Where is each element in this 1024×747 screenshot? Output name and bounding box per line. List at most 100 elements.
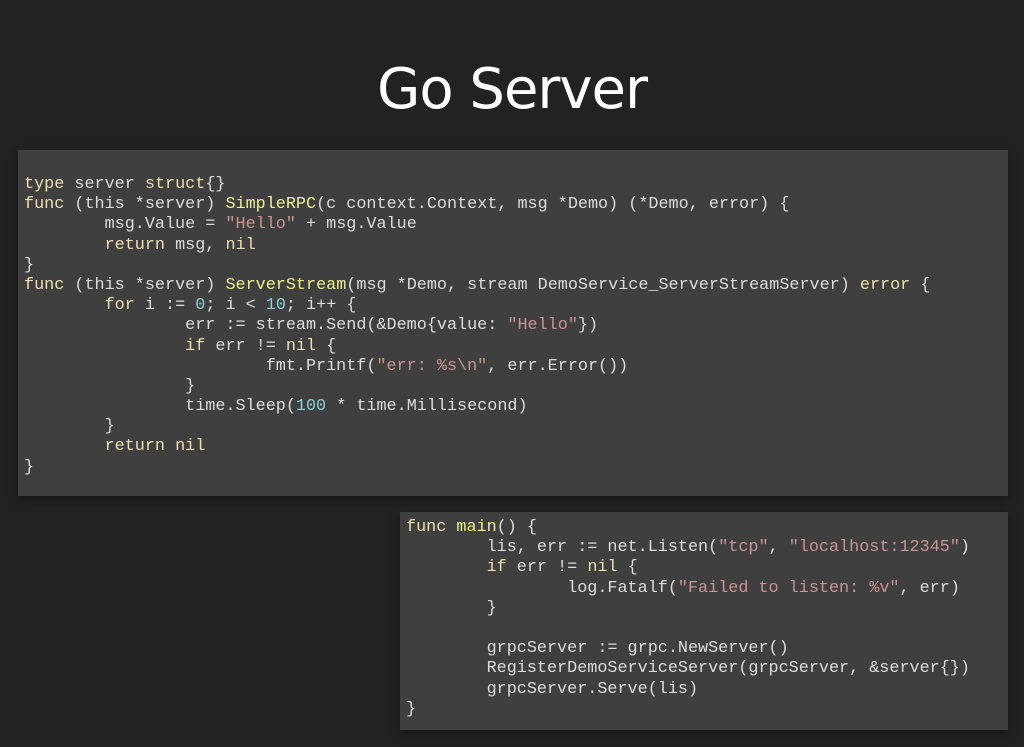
code-token: } [24,457,35,477]
code-token: struct [144,175,206,194]
code-line: } [24,458,1002,478]
code-token: func [406,518,447,537]
code-token: SimpleRPC [225,195,317,215]
code-line: } [24,256,1002,276]
code-token: if [185,336,206,356]
code-line: if err != nil { [24,337,1002,357]
code-token: return [104,235,166,255]
code-line: log.Fatalf("Failed to listen: %v", err) [406,579,1002,599]
code-token: time.Sleep( [24,397,296,417]
code-line: msg.Value = "Hello" + msg.Value [24,215,1002,235]
code-token: nil [285,336,317,356]
code-line: grpcServer := grpc.NewServer() [406,639,1002,659]
code-line: } [24,417,1002,437]
code-token: fmt.Printf( [24,356,377,376]
code-token: lis, err := net.Listen( [406,538,719,558]
code-token: "Hello" [225,215,296,235]
code-token: } [24,255,35,275]
code-line: return nil [24,437,1002,457]
code-token: grpcServer := grpc.NewServer() [406,639,789,659]
code-line: func (this *server) SimpleRPC(c context.… [24,195,1002,215]
code-token: err != [506,558,588,578]
code-token: ; i++ { [285,296,357,316]
code-line: if err != nil { [406,558,1002,578]
code-line: } [406,700,1002,720]
code-token: { [617,558,638,578]
code-token: msg.Value = [24,215,226,235]
code-line: fmt.Printf("err: %s\n", err.Error()) [24,357,1002,377]
code-token: error [859,275,911,295]
code-token: "localhost:12345" [788,538,960,558]
code-token: ServerStream [225,275,347,295]
code-token: , err) [899,578,960,598]
code-line: func (this *server) ServerStream(msg *De… [24,276,1002,296]
code-line: err := stream.Send(&Demo{value: "Hello"}… [24,316,1002,336]
code-token: "Failed to listen: %v" [677,578,900,598]
code-token: msg, [165,235,226,255]
code-token: (this *server) [64,195,226,215]
code-token: RegisterDemoServiceServer(grpcServer, &s… [406,659,970,679]
code-token: } [406,699,417,719]
code-line: time.Sleep(100 * time.Millisecond) [24,397,1002,417]
code-token: } [24,417,115,437]
code-token: }) [577,316,599,336]
code-token: "err: %s\n" [376,356,488,376]
code-token: 10 [265,296,286,316]
slide: Go Server type server struct{} func (this… [0,0,1024,747]
code-token: ) [959,538,970,558]
code-token: nil [175,437,206,457]
code-token: { [910,275,931,295]
code-line: for i := 0; i < 10; i++ { [24,296,1002,316]
code-block-main-function: func main() { lis, err := net.Listen("tc… [400,512,1008,730]
code-token: for [104,296,135,316]
code-token: * time.Millisecond) [326,397,528,417]
code-token: ; i < [205,296,266,316]
code-token: i := [134,296,196,316]
code-token: , err.Error()) [487,356,629,376]
code-token: server [64,175,145,194]
code-line: return msg, nil [24,236,1002,256]
code-token: (this *server) [64,275,226,295]
code-token: main [456,518,497,537]
code-token: "Hello" [507,316,578,336]
code-token: grpcServer.Serve(lis) [406,679,699,699]
code-token: (msg *Demo, stream DemoService_ServerStr… [346,275,860,295]
code-token: if [486,558,507,578]
code-token: } [24,376,196,396]
code-line: RegisterDemoServiceServer(grpcServer, &s… [406,659,1002,679]
code-token: func [24,195,65,215]
code-token: return [104,437,166,457]
code-token: + msg.Value [295,215,417,235]
code-token: () { [496,518,537,537]
code-token: 0 [195,296,206,316]
code-line: func main() { [406,518,1002,538]
code-line: } [24,377,1002,397]
code-token: err != [205,336,286,356]
code-token: err := stream.Send(&Demo{value: [24,316,508,336]
code-token: (c context.Context, msg *Demo) (*Demo, e… [316,195,790,215]
code-token: func [24,275,65,295]
code-line: } [406,599,1002,619]
code-line: grpcServer.Serve(lis) [406,680,1002,700]
code-token: log.Fatalf( [406,578,678,598]
code-token: } [406,598,497,618]
code-token: 100 [295,397,327,417]
code-token: nil [225,235,256,255]
code-line: type server struct{} [24,175,1002,195]
code-token: "tcp" [718,538,769,558]
code-token: { [316,336,337,356]
code-token: type [24,175,65,194]
slide-title: Go Server [376,57,648,122]
code-block-server-methods: type server struct{} func (this *server) … [18,150,1008,496]
code-token: nil [587,558,618,578]
code-line: lis, err := net.Listen("tcp", "localhost… [406,538,1002,558]
code-token: {} [205,175,226,194]
